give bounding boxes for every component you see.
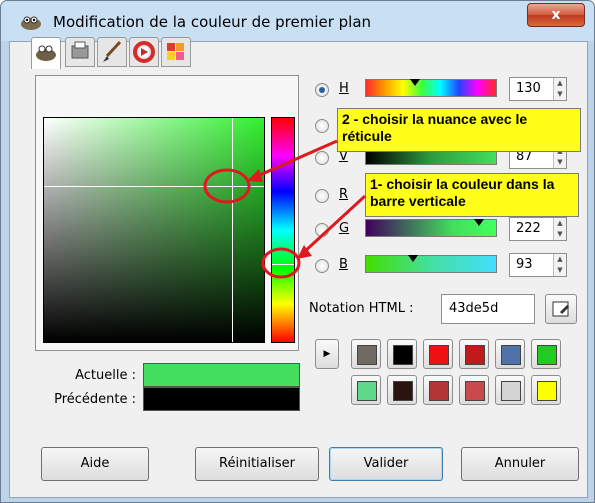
highlight-circle-crosshair	[203, 168, 251, 204]
highlight-circle-hue	[261, 247, 301, 279]
arrow-step1	[301, 194, 367, 255]
annotation-overlay	[203, 139, 367, 279]
arrow-step2	[252, 139, 338, 180]
dialog-window: Modification de la couleur de premier pl…	[0, 0, 595, 503]
arrowhead-step2	[247, 169, 263, 182]
